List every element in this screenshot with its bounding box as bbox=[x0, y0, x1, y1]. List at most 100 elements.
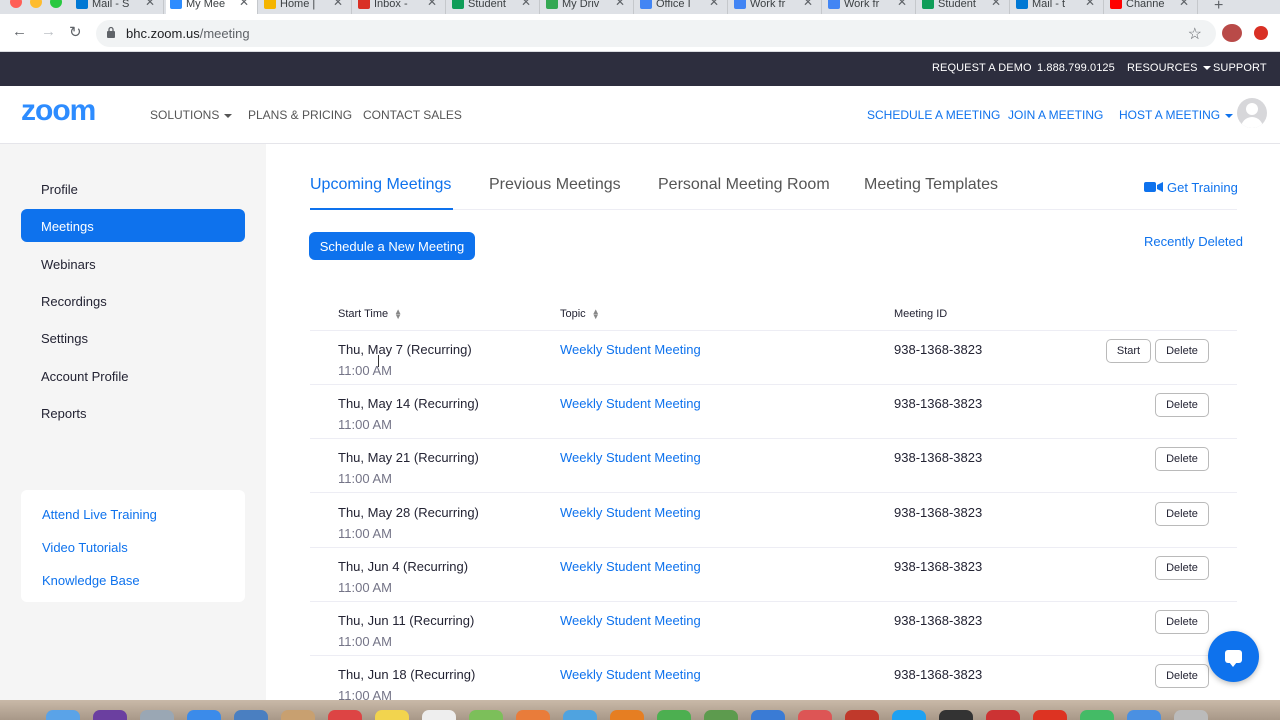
browser-tab[interactable]: My Mee ✕ bbox=[166, 0, 258, 14]
dock-app-icon[interactable] bbox=[375, 710, 409, 720]
close-tab-icon[interactable]: ✕ bbox=[897, 0, 907, 8]
meeting-topic-link[interactable]: Weekly Student Meeting bbox=[560, 559, 701, 574]
dock-app-icon[interactable] bbox=[328, 710, 362, 720]
window-minimize-icon[interactable] bbox=[30, 0, 42, 8]
meeting-date[interactable]: Thu, May 7 (Recurring) bbox=[338, 342, 472, 357]
meeting-date[interactable]: Thu, Jun 11 (Recurring) bbox=[338, 613, 474, 628]
meeting-topic-link[interactable]: Weekly Student Meeting bbox=[560, 613, 701, 628]
dock-app-icon[interactable] bbox=[234, 710, 268, 720]
sidebar-item-reports[interactable]: Reports bbox=[21, 396, 245, 429]
close-tab-icon[interactable]: ✕ bbox=[1179, 0, 1189, 8]
tab-personal-meeting-room[interactable]: Personal Meeting Room bbox=[658, 176, 830, 194]
video-tutorials-link[interactable]: Video Tutorials bbox=[42, 540, 128, 555]
bookmark-star-icon[interactable]: ☆ bbox=[1188, 24, 1202, 44]
dock-app-icon[interactable] bbox=[1174, 710, 1208, 720]
dock-app-icon[interactable] bbox=[751, 710, 785, 720]
meeting-topic-link[interactable]: Weekly Student Meeting bbox=[560, 396, 701, 411]
dock-app-icon[interactable] bbox=[845, 710, 879, 720]
browser-tab[interactable]: My Driv ✕ bbox=[542, 0, 634, 14]
dock-app-icon[interactable] bbox=[469, 710, 503, 720]
request-demo-link[interactable]: REQUEST A DEMO bbox=[932, 62, 1032, 74]
browser-tab[interactable]: Student ✕ bbox=[448, 0, 540, 14]
delete-button[interactable]: Delete bbox=[1155, 610, 1209, 634]
meeting-date[interactable]: Thu, May 21 (Recurring) bbox=[338, 450, 479, 465]
close-tab-icon[interactable]: ✕ bbox=[239, 0, 249, 8]
attend-live-training-link[interactable]: Attend Live Training bbox=[42, 507, 157, 522]
reload-icon[interactable]: ↻ bbox=[69, 23, 82, 41]
browser-tab[interactable]: Student ✕ bbox=[918, 0, 1010, 14]
dock-app-icon[interactable] bbox=[516, 710, 550, 720]
schedule-meeting-link[interactable]: SCHEDULE A MEETING bbox=[867, 108, 1000, 122]
dock-app-icon[interactable] bbox=[1033, 710, 1067, 720]
close-tab-icon[interactable]: ✕ bbox=[1085, 0, 1095, 8]
close-tab-icon[interactable]: ✕ bbox=[709, 0, 719, 8]
delete-button[interactable]: Delete bbox=[1155, 664, 1209, 689]
solutions-menu[interactable]: SOLUTIONS bbox=[150, 108, 233, 122]
dock-app-icon[interactable] bbox=[798, 710, 832, 720]
host-meeting-menu[interactable]: HOST A MEETING bbox=[1119, 108, 1234, 122]
contact-sales-link[interactable]: CONTACT SALES bbox=[363, 108, 462, 122]
meeting-topic-link[interactable]: Weekly Student Meeting bbox=[560, 342, 701, 357]
dock-app-icon[interactable] bbox=[610, 710, 644, 720]
meeting-date[interactable]: Thu, May 28 (Recurring) bbox=[338, 505, 479, 520]
plans-pricing-link[interactable]: PLANS & PRICING bbox=[248, 108, 352, 122]
dock-app-icon[interactable] bbox=[986, 710, 1020, 720]
schedule-new-meeting-button[interactable]: Schedule a New Meeting bbox=[309, 232, 475, 260]
sidebar-item-meetings[interactable]: Meetings bbox=[21, 209, 245, 243]
meeting-topic-link[interactable]: Weekly Student Meeting bbox=[560, 505, 701, 520]
browser-tab[interactable]: Home | ✕ bbox=[260, 0, 352, 14]
profile-flag-icon[interactable] bbox=[1222, 24, 1242, 42]
join-meeting-link[interactable]: JOIN A MEETING bbox=[1008, 108, 1103, 122]
window-close-icon[interactable] bbox=[10, 0, 22, 8]
close-tab-icon[interactable]: ✕ bbox=[991, 0, 1001, 8]
avatar[interactable] bbox=[1237, 98, 1267, 128]
resources-menu[interactable]: RESOURCES bbox=[1127, 62, 1211, 74]
close-tab-icon[interactable]: ✕ bbox=[333, 0, 343, 8]
meeting-date[interactable]: Thu, Jun 18 (Recurring) bbox=[338, 667, 475, 682]
support-link[interactable]: SUPPORT bbox=[1213, 62, 1267, 74]
close-tab-icon[interactable]: ✕ bbox=[521, 0, 531, 8]
close-tab-icon[interactable]: ✕ bbox=[803, 0, 813, 8]
dock-app-icon[interactable] bbox=[1127, 710, 1161, 720]
chat-button[interactable] bbox=[1208, 631, 1259, 682]
dock-app-icon[interactable] bbox=[422, 710, 456, 720]
back-icon[interactable]: ← bbox=[12, 23, 27, 40]
browser-tab[interactable]: Mail - t ✕ bbox=[1012, 0, 1104, 14]
delete-button[interactable]: Delete bbox=[1155, 555, 1209, 580]
url-field[interactable]: bhc.zoom.us/meeting ☆ bbox=[96, 20, 1216, 47]
dock-app-icon[interactable] bbox=[939, 710, 973, 720]
dock-app-icon[interactable] bbox=[46, 710, 80, 720]
phone-link[interactable]: 1.888.799.0125 bbox=[1037, 62, 1115, 74]
delete-button[interactable]: Delete bbox=[1155, 339, 1209, 363]
window-zoom-icon[interactable] bbox=[50, 0, 62, 8]
browser-tab[interactable]: Work fr ✕ bbox=[730, 0, 822, 14]
browser-tab[interactable]: Office I ✕ bbox=[636, 0, 728, 14]
sidebar-item-webinars[interactable]: Webinars bbox=[21, 247, 245, 280]
dock-app-icon[interactable] bbox=[657, 710, 691, 720]
dock-app-icon[interactable] bbox=[93, 710, 127, 720]
sidebar-item-settings[interactable]: Settings bbox=[21, 321, 245, 354]
delete-button[interactable]: Delete bbox=[1155, 501, 1209, 526]
browser-tab[interactable]: Work fr ✕ bbox=[824, 0, 916, 14]
close-tab-icon[interactable]: ✕ bbox=[615, 0, 625, 8]
sidebar-item-profile[interactable]: Profile bbox=[21, 172, 245, 205]
browser-tab[interactable]: Channe ✕ bbox=[1106, 0, 1198, 14]
dock-app-icon[interactable] bbox=[704, 710, 738, 720]
browser-tab[interactable]: Inbox - ✕ bbox=[354, 0, 446, 14]
delete-button[interactable]: Delete bbox=[1155, 393, 1209, 418]
meeting-date[interactable]: Thu, Jun 4 (Recurring) bbox=[338, 559, 468, 574]
tab-meeting-templates[interactable]: Meeting Templates bbox=[864, 176, 998, 194]
meeting-topic-link[interactable]: Weekly Student Meeting bbox=[560, 667, 701, 682]
knowledge-base-link[interactable]: Knowledge Base bbox=[42, 573, 140, 588]
recently-deleted-link[interactable]: Recently Deleted bbox=[1144, 234, 1243, 249]
dock-app-icon[interactable] bbox=[140, 710, 174, 720]
extension-icon[interactable] bbox=[1254, 26, 1268, 40]
meeting-topic-link[interactable]: Weekly Student Meeting bbox=[560, 450, 701, 465]
sort-arrows-icon[interactable]: ▲ ▼ bbox=[394, 308, 402, 321]
meeting-date[interactable]: Thu, May 14 (Recurring) bbox=[338, 396, 479, 411]
new-tab-icon[interactable]: + bbox=[1214, 0, 1223, 14]
dock-app-icon[interactable] bbox=[892, 710, 926, 720]
sidebar-item-account-profile[interactable]: Account Profile bbox=[21, 359, 245, 392]
dock-app-icon[interactable] bbox=[563, 710, 597, 720]
browser-tab[interactable]: Mail - S ✕ bbox=[72, 0, 164, 14]
